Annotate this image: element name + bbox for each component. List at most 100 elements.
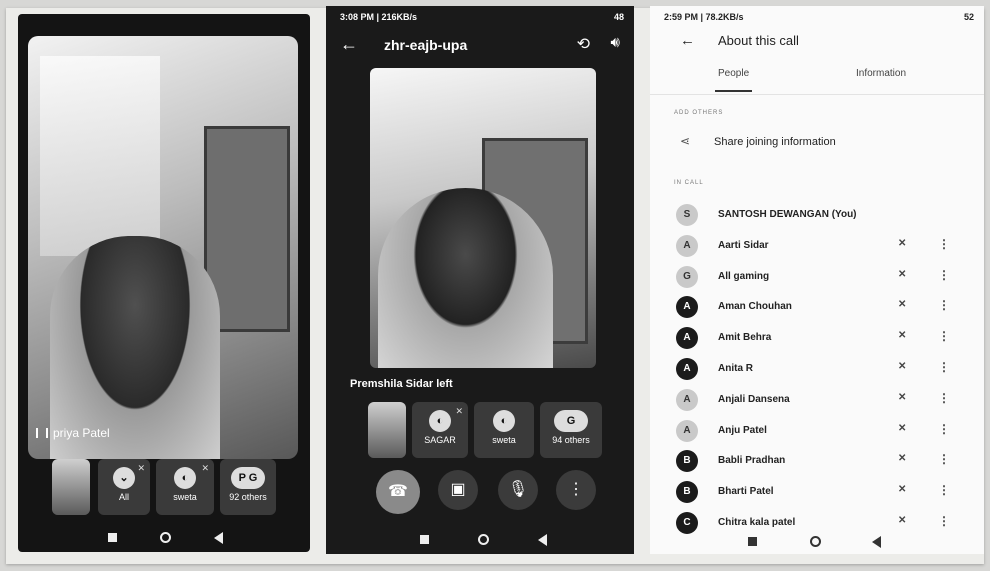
in-call-heading: IN CALL	[674, 180, 704, 186]
tile-label: 92 others	[229, 492, 267, 502]
avatar: A	[676, 327, 698, 350]
status-bar: 2:59 PM | 78.2KB/s 52	[664, 12, 974, 22]
participant-row[interactable]: G All gaming ✕ ⋮	[676, 263, 966, 294]
speaker-icon[interactable]: 🔊︎	[611, 34, 620, 51]
self-tile[interactable]	[368, 402, 406, 458]
avatar: ◐	[493, 410, 515, 432]
more-options-icon[interactable]: ⋮	[938, 514, 950, 528]
tile-sweta[interactable]: ◐ sweta	[474, 402, 534, 458]
recents-icon[interactable]	[108, 533, 117, 542]
meeting-code[interactable]: zhr-eajb-upa	[384, 37, 467, 53]
back-arrow-icon[interactable]: ←	[680, 32, 695, 49]
tile-sagar[interactable]: ✕ ◐ SAGAR	[412, 402, 468, 458]
back-icon[interactable]	[214, 532, 223, 544]
mic-off-icon: ✕	[898, 360, 907, 372]
battery-level: 48	[613, 12, 624, 22]
self-thumbnail	[368, 402, 406, 458]
recents-icon[interactable]	[420, 535, 429, 544]
avatar: C	[676, 511, 698, 534]
more-options-icon[interactable]: ⋮	[938, 422, 950, 436]
mic-off-icon: ✕	[898, 330, 907, 342]
more-options-button[interactable]: ⋮	[556, 470, 596, 510]
mic-off-icon: ✕	[898, 514, 907, 526]
avatar: A	[676, 357, 698, 380]
avatar-group: G	[554, 410, 588, 432]
more-options-icon[interactable]: ⋮	[938, 452, 950, 466]
chevron-down-icon: ⌄	[113, 467, 135, 489]
avatar: A	[676, 419, 698, 442]
microphone-button[interactable]: 🎙︎	[498, 470, 538, 510]
participant-row[interactable]: A Anju Patel ✕ ⋮	[676, 417, 966, 448]
tile-all[interactable]: ✕ ⌄ All	[98, 459, 150, 515]
mic-off-icon: ✕	[898, 453, 907, 465]
android-nav-bar	[650, 534, 984, 550]
tile-label: 94 others	[552, 435, 590, 445]
participant-row[interactable]: S SANTOSH DEWANGAN (You)	[676, 201, 966, 232]
audio-bars-icon	[36, 428, 48, 438]
tab-information[interactable]: Information	[856, 68, 906, 79]
status-time: 2:59 PM | 78.2KB/s	[664, 12, 744, 22]
status-bar: 3:08 PM | 216KB/s 48	[340, 12, 624, 22]
tab-bar: People Information	[650, 64, 984, 95]
self-tile[interactable]	[52, 459, 90, 515]
background-window	[40, 56, 160, 256]
home-icon[interactable]	[160, 532, 171, 543]
participant-row[interactable]: A Aman Chouhan ✕ ⋮	[676, 293, 966, 324]
about-call-screen: 2:59 PM | 78.2KB/s 52 ← About this call …	[650, 6, 984, 554]
avatar: B	[676, 450, 698, 473]
mic-off-icon: ✕	[898, 237, 907, 249]
share-label: Share joining information	[714, 136, 836, 148]
participant-name: Anita R	[718, 362, 753, 374]
home-icon[interactable]	[810, 536, 821, 547]
battery-level: 52	[963, 12, 974, 22]
switch-camera-icon[interactable]: ⟲	[577, 34, 590, 54]
tile-label: SAGAR	[424, 435, 456, 445]
end-call-button[interactable]: ☎︎	[376, 470, 420, 514]
mic-off-icon: ✕	[201, 463, 209, 473]
android-nav-bar	[326, 532, 634, 548]
participant-row[interactable]: A Amit Behra ✕ ⋮	[676, 324, 966, 355]
participant-row[interactable]: A Aarti Sidar ✕ ⋮	[676, 232, 966, 263]
camera-button[interactable]: ▣	[438, 470, 478, 510]
more-options-icon[interactable]: ⋮	[938, 298, 950, 312]
main-video[interactable]	[370, 68, 596, 368]
mic-off-icon: ✕	[455, 406, 463, 416]
home-icon[interactable]	[478, 534, 489, 545]
tab-people[interactable]: People	[714, 68, 753, 92]
share-joining-info[interactable]: ⋖ Share joining information	[680, 134, 836, 148]
avatar-group: P G	[231, 467, 265, 489]
more-options-icon[interactable]: ⋮	[938, 391, 950, 405]
main-video[interactable]	[28, 36, 298, 459]
share-icon: ⋖	[680, 134, 691, 148]
participant-tiles: ✕ ⌄ All ✕ ◐ sweta P G 92 others	[52, 459, 302, 517]
call-screen-left: priya Patel ✕ ⌄ All ✕ ◐ sweta P G 92 oth…	[18, 14, 310, 552]
participant-row[interactable]: B Babli Pradhan ✕ ⋮	[676, 447, 966, 478]
participant-row[interactable]: B Bharti Patel ✕ ⋮	[676, 478, 966, 509]
avatar: G	[676, 265, 698, 288]
tile-sweta[interactable]: ✕ ◐ sweta	[156, 459, 214, 515]
page-title: About this call	[718, 33, 799, 48]
mic-off-icon: ✕	[137, 463, 145, 473]
more-options-icon[interactable]: ⋮	[938, 268, 950, 282]
participant-name: Bharti Patel	[718, 486, 774, 498]
more-options-icon[interactable]: ⋮	[938, 483, 950, 497]
recents-icon[interactable]	[748, 537, 757, 546]
tile-label: sweta	[492, 435, 516, 445]
tile-others[interactable]: G 94 others	[540, 402, 602, 458]
tile-others[interactable]: P G 92 others	[220, 459, 276, 515]
back-arrow-icon[interactable]: ←	[340, 34, 358, 55]
more-options-icon[interactable]: ⋮	[938, 329, 950, 343]
more-options-icon[interactable]: ⋮	[938, 360, 950, 374]
participant-video	[378, 188, 553, 368]
back-icon[interactable]	[872, 536, 881, 548]
participant-row[interactable]: A Anjali Dansena ✕ ⋮	[676, 386, 966, 417]
participant-name: All gaming	[718, 270, 770, 282]
call-screen-middle: 3:08 PM | 216KB/s 48 ← zhr-eajb-upa ⟲ 🔊︎…	[326, 6, 634, 554]
more-options-icon[interactable]: ⋮	[938, 237, 950, 251]
add-others-heading: ADD OTHERS	[674, 110, 724, 116]
participant-name: Anjali Dansena	[718, 393, 790, 405]
back-icon[interactable]	[538, 534, 547, 546]
participant-row[interactable]: A Anita R ✕ ⋮	[676, 355, 966, 386]
avatar: S	[676, 204, 698, 226]
call-header: ← zhr-eajb-upa ⟲ 🔊︎	[340, 34, 622, 58]
